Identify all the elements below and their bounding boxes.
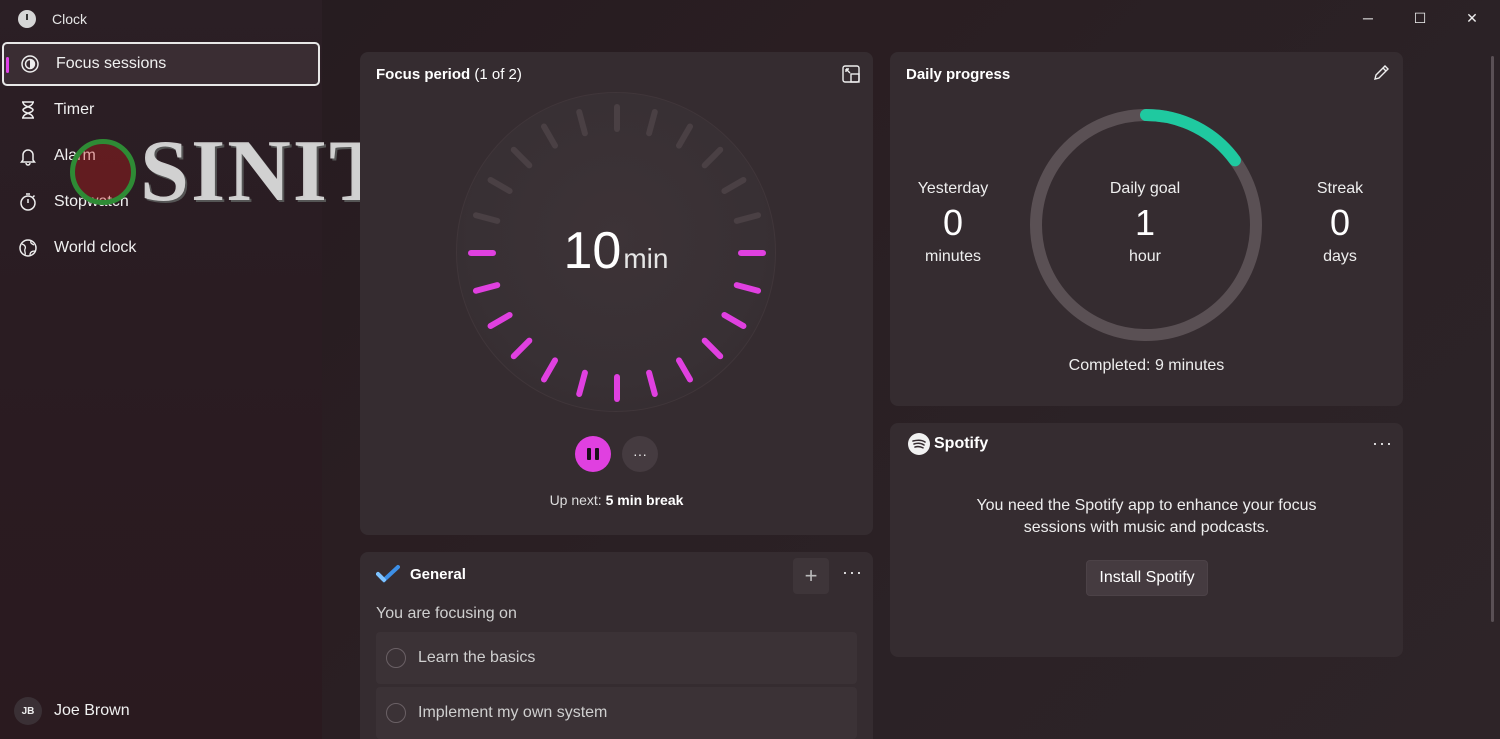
user-account[interactable]: JB Joe Brown xyxy=(14,697,130,725)
dial-tick-elapsed xyxy=(541,123,558,149)
sidebar: Clock Focus sessions Timer Alarm Stopwat… xyxy=(0,0,322,739)
daily-goal-stat: Daily goal 1 hour xyxy=(1090,180,1200,266)
dial-tick-remaining xyxy=(541,357,558,383)
yesterday-stat: Yesterday 0 minutes xyxy=(908,180,998,266)
dial-tick-remaining xyxy=(733,282,762,294)
focus-dial: 10min xyxy=(456,92,776,412)
dial-tick-elapsed xyxy=(510,146,533,169)
sidebar-item-label: Focus sessions xyxy=(56,55,167,72)
daily-progress-card: Daily progress Yesterday 0 minutes Daily… xyxy=(890,52,1403,406)
bell-icon xyxy=(18,146,38,166)
window-controls: ─ ☐ ✕ xyxy=(1342,5,1498,31)
edit-pencil-icon[interactable] xyxy=(1372,64,1390,87)
task-label: Learn the basics xyxy=(418,649,536,666)
dial-tick-remaining xyxy=(646,369,658,398)
yesterday-unit: minutes xyxy=(924,248,982,265)
focus-period-card: Focus period (1 of 2) 10min ··· Up next:… xyxy=(360,52,873,535)
dial-tick-remaining xyxy=(576,369,588,398)
spotify-logo: Spotify xyxy=(908,433,988,455)
app-title: Clock xyxy=(52,11,88,27)
dial-tick-elapsed xyxy=(701,146,724,169)
dial-tick-elapsed xyxy=(721,177,747,194)
compact-view-icon[interactable] xyxy=(842,65,860,88)
spotify-card: Spotify ··· You need the Spotify app to … xyxy=(890,423,1403,657)
spotify-more-button[interactable]: ··· xyxy=(1372,433,1393,454)
dial-tick-remaining xyxy=(701,337,724,360)
timer-readout: 10min xyxy=(457,221,775,281)
sidebar-item-focus-sessions[interactable]: Focus sessions xyxy=(2,42,320,86)
focus-icon xyxy=(20,54,40,74)
daily-goal-label: Daily goal xyxy=(1109,180,1181,197)
globe-icon xyxy=(18,238,38,258)
focus-title-main: Focus period xyxy=(376,66,471,83)
title-bar: Clock xyxy=(18,10,87,28)
pause-icon-bar xyxy=(595,448,599,460)
daily-goal-value: 1 xyxy=(1134,202,1156,243)
watermark-logo-icon xyxy=(70,139,136,205)
daily-progress-title: Daily progress xyxy=(906,66,1011,83)
sidebar-item-world-clock[interactable]: World clock xyxy=(2,226,320,270)
task-item[interactable]: Implement my own system xyxy=(376,687,857,739)
install-spotify-button[interactable]: Install Spotify xyxy=(1086,560,1208,596)
streak-unit: days xyxy=(1323,248,1357,265)
up-next-value: 5 min break xyxy=(605,492,684,508)
pause-button[interactable] xyxy=(575,436,611,472)
up-next: Up next: 5 min break xyxy=(360,492,873,508)
focus-title-count: (1 of 2) xyxy=(470,66,522,83)
task-checkbox[interactable] xyxy=(386,648,406,668)
sidebar-item-label: Timer xyxy=(54,101,95,118)
task-checkbox[interactable] xyxy=(386,703,406,723)
dial-tick-elapsed xyxy=(676,123,693,149)
avatar: JB xyxy=(14,697,42,725)
up-next-label: Up next: xyxy=(549,492,602,508)
spotify-message: You need the Spotify app to enhance your… xyxy=(976,497,1317,536)
task-item[interactable]: Learn the basics xyxy=(376,632,857,684)
timer-value: 10 xyxy=(563,222,622,280)
dial-tick-elapsed xyxy=(487,177,513,194)
spotify-icon xyxy=(908,433,930,455)
ring-progress xyxy=(1140,109,1241,167)
dial-tick-remaining xyxy=(721,312,747,329)
streak-stat: Streak 0 days xyxy=(1300,180,1380,266)
streak-label: Streak xyxy=(1316,180,1364,197)
close-button[interactable]: ✕ xyxy=(1446,5,1498,31)
dial-tick-remaining xyxy=(676,357,693,383)
stopwatch-icon xyxy=(18,192,38,212)
scrollbar[interactable] xyxy=(1491,56,1494,622)
tasks-card: General + ··· You are focusing on Learn … xyxy=(360,552,873,739)
minimize-button[interactable]: ─ xyxy=(1342,5,1394,31)
todo-checkmark-icon xyxy=(376,565,400,583)
streak-value: 0 xyxy=(1329,202,1351,243)
user-name: Joe Brown xyxy=(54,702,130,719)
focus-more-button[interactable]: ··· xyxy=(622,436,658,472)
tasks-title: General xyxy=(410,565,466,583)
sidebar-item-label: World clock xyxy=(54,239,137,256)
hourglass-icon xyxy=(18,100,38,120)
yesterday-label: Yesterday xyxy=(917,180,989,197)
dial-tick-elapsed xyxy=(576,108,588,137)
dial-tick-remaining xyxy=(487,312,513,329)
add-task-button[interactable]: + xyxy=(793,558,829,594)
tasks-header: General xyxy=(376,564,466,584)
tasks-more-button[interactable]: ··· xyxy=(842,562,863,583)
timer-unit: min xyxy=(623,243,669,274)
spotify-name: Spotify xyxy=(934,435,989,452)
dial-tick-remaining xyxy=(472,282,501,294)
task-label: Implement my own system xyxy=(418,704,608,721)
dial-tick-remaining xyxy=(510,337,533,360)
dial-tick-elapsed xyxy=(646,108,658,137)
daily-goal-unit: hour xyxy=(1128,248,1162,265)
focusing-label: You are focusing on xyxy=(376,605,517,622)
yesterday-value: 0 xyxy=(942,202,964,243)
focus-period-title: Focus period (1 of 2) xyxy=(376,66,522,83)
completed-text: Completed: 9 minutes xyxy=(1068,357,1225,374)
clock-app-icon xyxy=(18,10,36,28)
pause-icon xyxy=(587,448,591,460)
maximize-button[interactable]: ☐ xyxy=(1394,5,1446,31)
